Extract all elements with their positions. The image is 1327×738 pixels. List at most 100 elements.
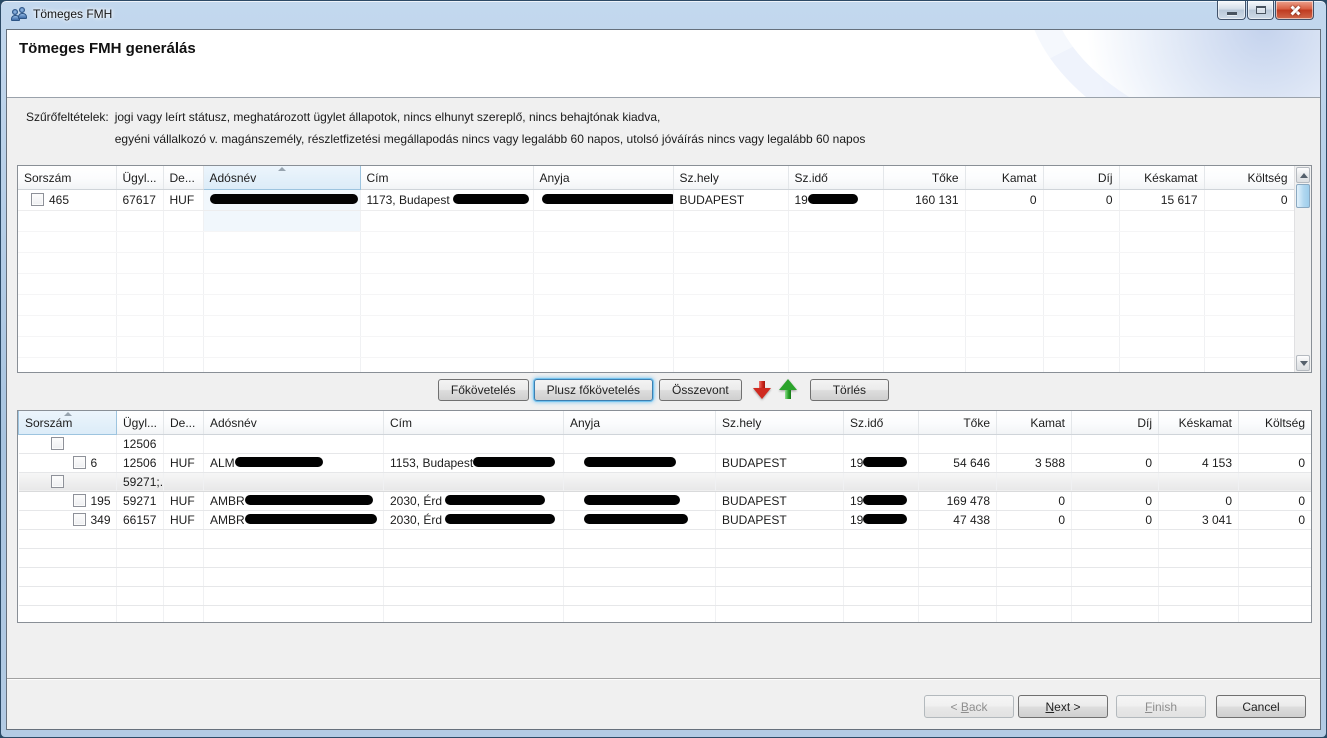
group-checkbox[interactable] <box>51 475 64 488</box>
filler-row <box>18 336 1294 357</box>
col-header-cim[interactable]: Cím <box>384 411 564 434</box>
col-header-toke[interactable]: Tőke <box>919 411 997 434</box>
col-header-ugyl[interactable]: Ügyl... <box>116 166 163 189</box>
filter-criteria: Szűrőfeltételek: jogi vagy leírt státusz… <box>26 106 865 150</box>
filter-line-2: egyéni vállalkozó v. magánszemély, részl… <box>115 128 866 150</box>
col-header-keskamat[interactable]: Késkamat <box>1159 411 1239 434</box>
col-header-szhely[interactable]: Sz.hely <box>716 411 844 434</box>
row-checkbox[interactable] <box>31 193 44 206</box>
close-button[interactable] <box>1275 1 1314 20</box>
col-header-ugyl[interactable]: Ügyl... <box>117 411 164 434</box>
col-header-de[interactable]: De... <box>163 166 203 189</box>
minimize-icon <box>1227 12 1237 15</box>
row-checkbox[interactable] <box>73 513 86 526</box>
dialog-client-area: Tömeges FMH generálás Szűrőfeltételek: j… <box>6 29 1321 730</box>
group-checkbox[interactable] <box>51 437 64 450</box>
redaction-bar <box>453 194 529 204</box>
people-app-icon <box>11 7 27 23</box>
action-bar: Főkövetelés Plusz főkövetelés Összevont … <box>7 378 1320 402</box>
fokoveteles-button[interactable]: Főkövetelés <box>438 379 529 401</box>
row-checkbox[interactable] <box>73 494 86 507</box>
wizard-header: Tömeges FMH generálás <box>7 30 1320 98</box>
col-header-kamat[interactable]: Kamat <box>997 411 1072 434</box>
filler-row <box>19 586 1312 605</box>
col-header-adosnev[interactable]: Adósnév <box>204 411 384 434</box>
row-checkbox[interactable] <box>73 456 86 469</box>
window-title: Tömeges FMH <box>33 7 112 21</box>
finish-button[interactable]: Finish <box>1116 695 1206 718</box>
table-row[interactable]: 349 66157 HUF AMBR 2030, Érd BUDAPEST 19… <box>19 510 1312 529</box>
group-row[interactable]: 59271;... <box>19 472 1312 491</box>
top-header-row: Sorszám Ügyl... De... Adósnév Cím Anyja … <box>18 166 1294 189</box>
filter-label: Szűrőfeltételek: <box>26 106 109 150</box>
filter-line-1: jogi vagy leírt státusz, meghatározott ü… <box>115 106 866 128</box>
redaction-bar <box>445 495 545 505</box>
maximize-button[interactable] <box>1247 1 1274 20</box>
window: Tömeges FMH Tömeges FMH generálás Szűrőf… <box>0 0 1327 738</box>
plusz-fokoveteles-button[interactable]: Plusz főkövetelés <box>534 379 653 401</box>
filler-row <box>18 273 1294 294</box>
filler-row <box>19 567 1312 586</box>
filler-row <box>18 252 1294 273</box>
redaction-bar <box>542 194 674 204</box>
minimize-button[interactable] <box>1217 1 1246 20</box>
page-title: Tömeges FMH generálás <box>19 40 196 57</box>
col-header-toke[interactable]: Tőke <box>883 166 965 189</box>
col-header-anyja[interactable]: Anyja <box>564 411 716 434</box>
torles-button[interactable]: Törlés <box>810 379 889 401</box>
scroll-up-button[interactable] <box>1296 167 1310 183</box>
scrollbar-thumb[interactable] <box>1296 184 1310 208</box>
filler-row <box>18 357 1294 373</box>
vertical-scrollbar[interactable] <box>1294 166 1311 372</box>
candidates-table: Sorszám Ügyl... De... Adósnév Cím Anyja … <box>17 165 1312 373</box>
redaction-bar <box>863 514 907 524</box>
redaction-bar <box>210 194 358 204</box>
redaction-bar <box>445 514 555 524</box>
col-header-szido[interactable]: Sz.idő <box>844 411 919 434</box>
move-down-button[interactable] <box>752 379 772 401</box>
col-header-dij[interactable]: Díj <box>1043 166 1119 189</box>
sort-asc-icon <box>278 167 286 171</box>
filler-row <box>18 294 1294 315</box>
col-header-de[interactable]: De... <box>164 411 204 434</box>
filler-row <box>19 529 1312 548</box>
table-row[interactable]: 465 67617 HUF 1173, Budapest BUDAPEST 19… <box>18 189 1294 210</box>
filler-row <box>18 231 1294 252</box>
col-header-keskamat[interactable]: Késkamat <box>1119 166 1204 189</box>
redaction-bar <box>584 514 688 524</box>
col-header-anyja[interactable]: Anyja <box>533 166 673 189</box>
bottom-header-row: Sorszám Ügyl... De... Adósnév Cím Anyja … <box>19 411 1312 434</box>
selected-claims-table: Sorszám Ügyl... De... Adósnév Cím Anyja … <box>17 410 1312 623</box>
maximize-icon <box>1256 6 1266 14</box>
table-row[interactable]: 195 59271 HUF AMBR 2030, Érd BUDAPEST 19… <box>19 491 1312 510</box>
back-button[interactable]: < Back <box>924 695 1014 718</box>
scroll-down-button[interactable] <box>1296 355 1310 371</box>
col-header-szhely[interactable]: Sz.hely <box>673 166 788 189</box>
redaction-bar <box>584 495 680 505</box>
group-row[interactable]: 12506 <box>19 434 1312 453</box>
titlebar[interactable]: Tömeges FMH <box>1 1 1326 29</box>
osszevont-button[interactable]: Összevont <box>659 379 742 401</box>
next-button[interactable]: Next > <box>1018 695 1108 718</box>
filler-row <box>18 210 1294 231</box>
move-up-button[interactable] <box>778 379 798 401</box>
col-header-sorszam[interactable]: Sorszám <box>18 166 116 189</box>
table-row[interactable]: 6 12506 HUF ALM 1153, Budapest BUDAPEST … <box>19 453 1312 472</box>
col-header-koltseg[interactable]: Költség <box>1204 166 1294 189</box>
green-up-arrow-icon <box>779 379 797 390</box>
col-header-kamat[interactable]: Kamat <box>965 166 1043 189</box>
sort-asc-icon <box>64 412 72 416</box>
col-header-sorszam[interactable]: Sorszám <box>19 411 117 434</box>
cancel-button[interactable]: Cancel <box>1216 695 1306 718</box>
col-header-szido[interactable]: Sz.idő <box>788 166 883 189</box>
redaction-bar <box>245 514 377 524</box>
col-header-adosnev[interactable]: Adósnév <box>203 166 360 189</box>
redaction-bar <box>808 194 858 204</box>
wizard-footer: < Back Next > Finish Cancel <box>7 680 1320 729</box>
col-header-dij[interactable]: Díj <box>1072 411 1159 434</box>
col-header-cim[interactable]: Cím <box>360 166 533 189</box>
col-header-koltseg[interactable]: Költség <box>1239 411 1312 434</box>
filler-row <box>18 315 1294 336</box>
redaction-bar <box>863 495 907 505</box>
redaction-bar <box>863 457 907 467</box>
